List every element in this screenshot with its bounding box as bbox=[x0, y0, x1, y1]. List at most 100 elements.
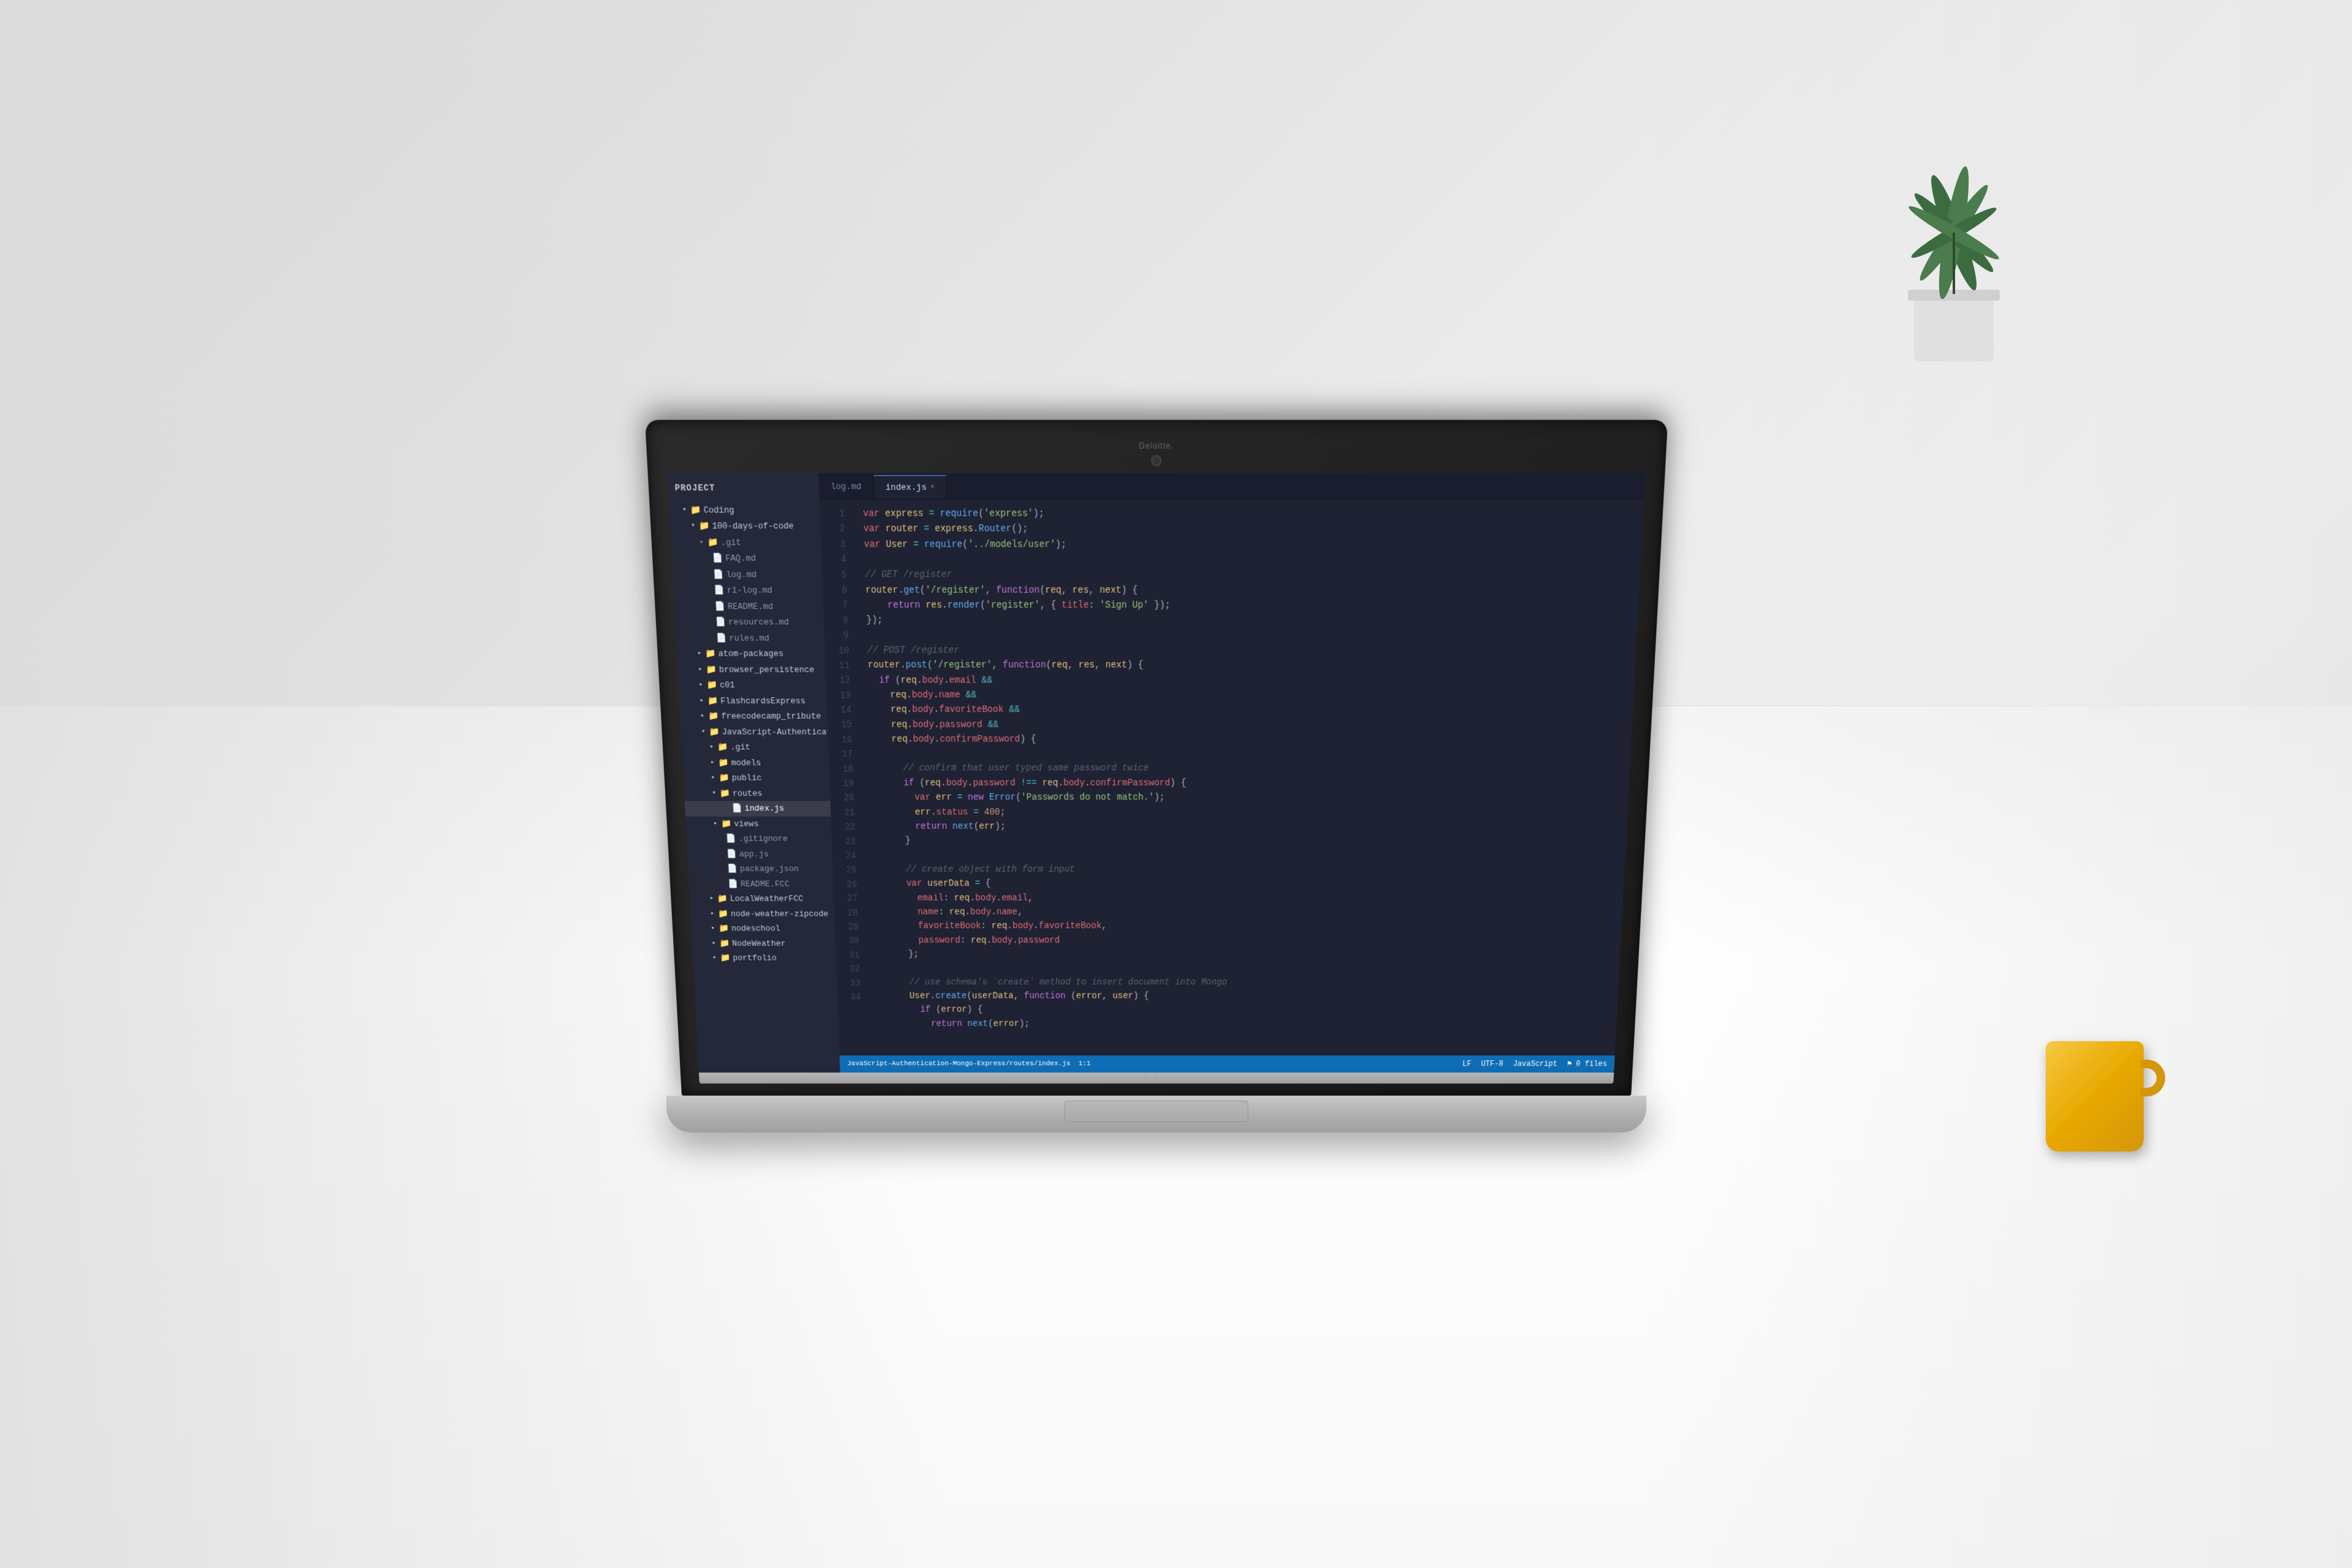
tab-indexjs[interactable]: index.js ✕ bbox=[873, 475, 947, 499]
chevron-right-icon bbox=[699, 696, 704, 706]
code-line-27: email: req.body.email, bbox=[875, 891, 1623, 905]
laptop-camera bbox=[1151, 455, 1161, 466]
folder-icon: 📁 bbox=[717, 741, 728, 754]
md-icon: 📄 bbox=[715, 616, 726, 628]
md-icon: 📄 bbox=[728, 878, 739, 890]
chevron-right-icon bbox=[710, 758, 715, 767]
folder-icon: 📁 bbox=[707, 695, 718, 707]
code-line-26: var userData = { bbox=[875, 877, 1624, 891]
chevron-right-icon bbox=[711, 924, 715, 933]
md-icon: 📄 bbox=[714, 600, 725, 613]
md-icon: 📄 bbox=[713, 568, 724, 581]
sidebar-item-readmefcc[interactable]: 📄 README.FCC bbox=[688, 876, 834, 891]
sidebar-item-gitignore[interactable]: 📄 .gitignore bbox=[686, 831, 832, 846]
chevron-down-icon bbox=[712, 788, 716, 798]
code-line-22: return next(err); bbox=[873, 820, 1627, 834]
sidebar-item-rules[interactable]: 📄 rules.md bbox=[676, 630, 824, 646]
laptop-lid: Deloitte. Project 📁 Coding bbox=[645, 420, 1668, 1096]
folder-icon: 📁 bbox=[717, 893, 728, 905]
yellow-mug bbox=[2046, 1041, 2144, 1152]
code-line-1: var express = require('express'); bbox=[863, 507, 1644, 522]
code-line-3: var User = require('../models/user'); bbox=[864, 537, 1642, 552]
code-line-14: req.body.favoriteBook && bbox=[869, 703, 1634, 718]
code-container: 1234567891011121314151617181920212223242… bbox=[820, 500, 1644, 1056]
file-icon: 📄 bbox=[727, 863, 738, 875]
code-line-11: router.post('/register', function(req, r… bbox=[867, 658, 1635, 673]
sidebar-item-localweather[interactable]: 📁 LocalWeatherFCC bbox=[690, 891, 834, 906]
laptop-scene: Deloitte. Project 📁 Coding bbox=[666, 462, 1646, 1133]
sidebar-item-resources[interactable]: 📄 resources.md bbox=[675, 614, 824, 630]
sidebar-item-coding[interactable]: 📁 Coding bbox=[669, 502, 820, 518]
code-line-4 bbox=[864, 552, 1641, 568]
sidebar-item-atom[interactable]: 📁 atom-packages bbox=[677, 646, 826, 662]
tab-logmd[interactable]: log.md bbox=[818, 475, 874, 499]
sidebar-item-readme[interactable]: 📄 README.md bbox=[674, 598, 824, 614]
code-line-19: if (req.body.password !== req.body.confi… bbox=[872, 776, 1630, 791]
sidebar-item-r1log[interactable]: 📄 r1-log.md bbox=[673, 582, 823, 598]
sidebar-item-git2[interactable]: 📁 .git bbox=[682, 740, 829, 755]
md-icon: 📄 bbox=[716, 631, 727, 644]
js-icon: 📄 bbox=[726, 848, 737, 860]
chevron-right-icon bbox=[710, 742, 714, 752]
folder-icon: 📁 bbox=[705, 647, 716, 660]
tab-label-logmd: log.md bbox=[831, 480, 862, 494]
code-line-21: err.status = 400; bbox=[872, 805, 1628, 820]
laptop-base bbox=[666, 1096, 1646, 1133]
sidebar-section: 📁 Coding 📁 100-days-of-code 📁 .g bbox=[669, 500, 836, 967]
sidebar-item-jsauth[interactable]: 📁 JavaScript-Authentication bbox=[680, 724, 828, 739]
sidebar-item-models[interactable]: 📁 models bbox=[682, 755, 829, 771]
file-explorer-sidebar: Project 📁 Coding 📁 100-days-of-code bbox=[668, 473, 840, 1072]
chevron-right-icon bbox=[712, 954, 717, 963]
code-line-35: if (error) { bbox=[878, 1003, 1618, 1017]
sidebar-item-c01[interactable]: 📁 c01 bbox=[678, 677, 826, 693]
folder-icon: 📁 bbox=[718, 756, 729, 769]
sidebar-item-public[interactable]: 📁 public bbox=[683, 771, 829, 786]
sidebar-item-routes[interactable]: 📁 routes bbox=[684, 786, 831, 801]
code-line-31: }; bbox=[876, 948, 1620, 962]
editor-area: log.md index.js ✕ 1234567891011121314151… bbox=[818, 473, 1645, 1072]
laptop-trackpad[interactable] bbox=[1065, 1101, 1248, 1122]
status-file-path: JavaScript-Authentication-Mongo-Express/… bbox=[847, 1059, 1091, 1069]
sidebar-item-logmd[interactable]: 📄 log.md bbox=[673, 567, 823, 582]
sidebar-item-flashcards[interactable]: 📁 FlashcardsExpress bbox=[679, 693, 827, 709]
code-editor[interactable]: var express = require('express'); var ro… bbox=[852, 500, 1644, 1056]
chevron-right-icon bbox=[698, 665, 703, 674]
tab-close-icon[interactable]: ✕ bbox=[930, 482, 935, 492]
chevron-right-icon bbox=[701, 712, 705, 722]
sidebar-item-appjs[interactable]: 📄 app.js bbox=[687, 846, 832, 862]
code-line-34: User.create(userData, function (error, u… bbox=[878, 989, 1619, 1003]
sidebar-item-faq[interactable]: 📄 FAQ.md bbox=[671, 551, 821, 567]
chevron-down-icon bbox=[682, 505, 687, 515]
sidebar-item-nodeweather2[interactable]: 📁 NodeWeather bbox=[692, 936, 835, 951]
chevron-right-icon bbox=[699, 537, 704, 548]
code-line-15: req.body.password && bbox=[870, 718, 1633, 733]
sidebar-item-100days[interactable]: 📁 100-days-of-code bbox=[670, 518, 821, 534]
code-line-29: favoriteBook: req.body.favoriteBook, bbox=[876, 919, 1622, 933]
sidebar-item-views[interactable]: 📁 views bbox=[685, 816, 831, 832]
sidebar-item-nodeweather[interactable]: 📁 node-weather-zipcode bbox=[690, 907, 835, 921]
sidebar-item-portfolio[interactable]: 📁 portfolio bbox=[693, 951, 837, 965]
sidebar-item-packagejson[interactable]: 📄 package.json bbox=[688, 862, 833, 876]
chevron-right-icon bbox=[710, 909, 715, 918]
sidebar-item-nodeschool[interactable]: 📁 nodeschool bbox=[691, 921, 835, 936]
sidebar-item-browser[interactable]: 📁 browser_persistence bbox=[677, 662, 826, 677]
laptop-bottom-bar: · · · bbox=[699, 1072, 1614, 1084]
sidebar-item-freecode[interactable]: 📁 freecodecamp_tribute bbox=[680, 709, 827, 724]
tab-label-indexjs: index.js bbox=[886, 481, 927, 494]
chevron-down-icon bbox=[691, 521, 695, 532]
folder-icon: 📁 bbox=[721, 818, 732, 831]
code-line-17 bbox=[870, 747, 1631, 762]
code-line-23: } bbox=[873, 834, 1627, 848]
mug-body bbox=[2046, 1041, 2144, 1152]
code-line-5: // GET /register bbox=[865, 568, 1640, 583]
laptop-bezel: Deloitte. Project 📁 Coding bbox=[645, 420, 1668, 1096]
folder-icon: 📁 bbox=[707, 536, 718, 549]
status-files: ⚑ 0 files bbox=[1567, 1058, 1607, 1069]
chevron-down-icon bbox=[701, 727, 706, 737]
sidebar-item-indexjs[interactable]: 📄 index.js bbox=[685, 801, 831, 816]
code-line-18: // confirm that user typed same password… bbox=[871, 761, 1630, 776]
folder-icon: 📁 bbox=[718, 772, 729, 785]
sidebar-item-git1[interactable]: 📁 .git bbox=[671, 534, 821, 550]
folder-icon: 📁 bbox=[706, 663, 717, 676]
chevron-right-icon bbox=[714, 819, 718, 829]
